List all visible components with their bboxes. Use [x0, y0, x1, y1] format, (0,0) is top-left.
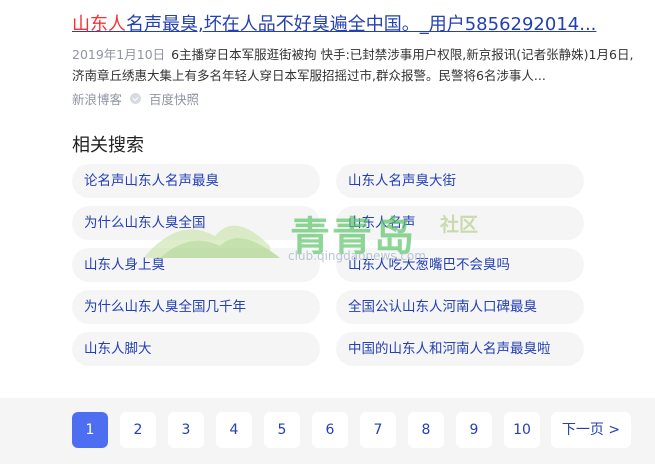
related-item[interactable]: 山东人名声臭大街 — [336, 164, 584, 198]
related-item[interactable]: 论名声山东人名声最臭 — [72, 164, 320, 198]
result-source-row: 新浪博客 百度快照 — [72, 89, 642, 108]
next-page-button[interactable]: 下一页 > — [551, 412, 631, 448]
page-8-button[interactable]: 8 — [408, 412, 444, 448]
page-6-button[interactable]: 6 — [312, 412, 348, 448]
page-9-button[interactable]: 9 — [456, 412, 492, 448]
result-snippet: 2019年1月10日 6主播穿日本军服逛街被拘 快手:已封禁涉事用户权限,新京报讯… — [72, 44, 642, 86]
verified-icon — [130, 93, 142, 104]
related-item[interactable]: 山东人脚大 — [72, 332, 320, 366]
related-item[interactable]: 山东人吃大葱嘴巴不会臭吗 — [336, 248, 584, 282]
related-item[interactable]: 山东人名声 — [336, 206, 584, 240]
search-result: 山东人名声最臭,坏在人品不好臭遍全中国。_用户5856292014... 201… — [72, 12, 642, 108]
related-searches-title: 相关搜索 — [72, 135, 144, 156]
result-title-text: 名声最臭,坏在人品不好臭遍全中国。_用户5856292014... — [126, 14, 597, 35]
cache-link[interactable]: 百度快照 — [149, 89, 199, 108]
page-3-button[interactable]: 3 — [168, 412, 204, 448]
pagination: 1 2 3 4 5 6 7 8 9 10 下一页 > — [0, 398, 655, 464]
related-item[interactable]: 山东人身上臭 — [72, 248, 320, 282]
result-title-highlight: 山东人 — [72, 14, 126, 35]
page-4-button[interactable]: 4 — [216, 412, 252, 448]
related-item[interactable]: 为什么山东人臭全国 — [72, 206, 320, 240]
result-title-link[interactable]: 山东人名声最臭,坏在人品不好臭遍全中国。_用户5856292014... — [72, 12, 642, 38]
related-item[interactable]: 全国公认山东人河南人口碑最臭 — [336, 290, 584, 324]
related-item[interactable]: 为什么山东人臭全国几千年 — [72, 290, 320, 324]
page-5-button[interactable]: 5 — [264, 412, 300, 448]
result-date: 2019年1月10日 — [72, 47, 166, 62]
result-source[interactable]: 新浪博客 — [72, 89, 122, 108]
page-7-button[interactable]: 7 — [360, 412, 396, 448]
page-2-button[interactable]: 2 — [120, 412, 156, 448]
page-10-button[interactable]: 10 — [504, 412, 540, 448]
page-1-button[interactable]: 1 — [72, 412, 108, 448]
related-item[interactable]: 中国的山东人和河南人名声最臭啦 — [336, 332, 584, 366]
